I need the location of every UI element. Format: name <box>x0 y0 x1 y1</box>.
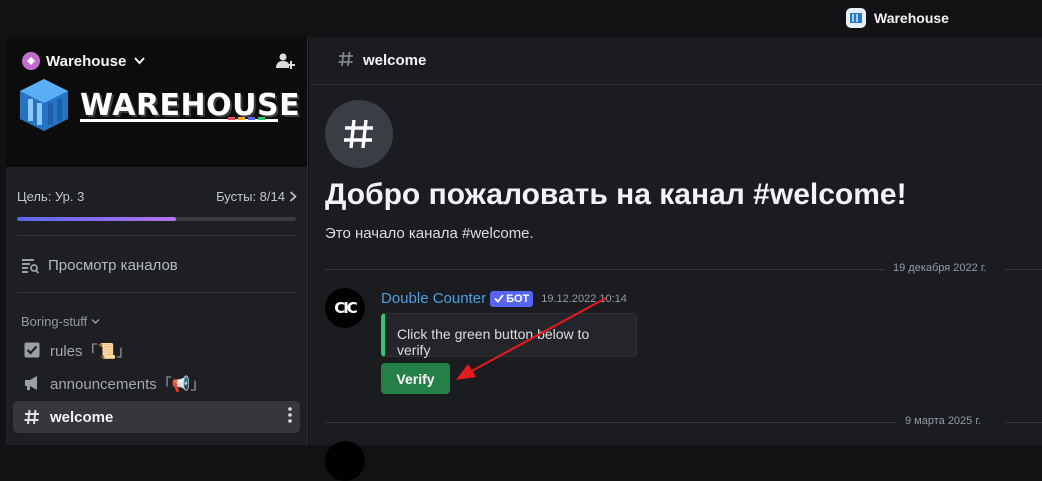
warehouse-app-icon <box>846 8 866 28</box>
chevron-right-icon <box>289 191 297 202</box>
window-titlebar: Warehouse <box>0 0 1042 36</box>
channel-item-welcome[interactable]: welcome <box>13 401 300 433</box>
channel-welcome-icon <box>325 100 393 168</box>
channel-header: welcome <box>309 37 1042 85</box>
chevron-down-icon <box>134 54 146 68</box>
avatar[interactable] <box>325 441 365 481</box>
hashtag-icon <box>22 407 42 427</box>
browse-channels-label: Просмотр каналов <box>48 256 178 274</box>
channel-label: announcements「📢」 <box>50 375 206 393</box>
logo-color-dots <box>228 117 265 120</box>
separator-line <box>1005 269 1042 270</box>
date-label: 9 марта 2025 г. <box>901 415 986 427</box>
channel-label: welcome <box>50 408 114 426</box>
hashtag-icon <box>337 48 355 74</box>
bot-badge-label: БОТ <box>506 292 530 305</box>
app-title-group: Warehouse <box>846 8 949 28</box>
divider <box>17 235 297 236</box>
divider <box>17 292 297 293</box>
verified-check-icon <box>494 294 504 303</box>
category-boring-stuff[interactable]: Boring-stuff <box>21 314 100 329</box>
hashtag-icon <box>344 119 373 149</box>
boost-progress-bar <box>17 217 296 221</box>
chevron-down-icon <box>91 319 100 324</box>
app-title: Warehouse <box>874 10 949 26</box>
channel-item-announcements[interactable]: announcements「📢」 <box>13 367 300 399</box>
embed-text: Click the green button below to verify <box>397 326 590 358</box>
boost-count-label: Бусты: 8/14 <box>216 189 285 204</box>
separator-line <box>1005 422 1042 423</box>
date-separator: 9 марта 2025 г. <box>325 415 1042 429</box>
verify-button-label: Verify <box>396 370 435 387</box>
channel-label: rules「📜」 <box>50 342 132 360</box>
verify-button[interactable]: Verify <box>381 363 450 394</box>
browse-channels-icon <box>22 259 40 274</box>
date-label: 19 декабря 2022 г. <box>889 262 991 274</box>
message-timestamp: 19.12.2022 10:14 <box>541 292 627 305</box>
rules-checkbox-icon <box>22 340 42 360</box>
invite-people-button[interactable] <box>274 50 296 72</box>
browse-channels-item[interactable]: Просмотр каналов <box>20 254 178 276</box>
boost-count-group: Бусты: 8/14 <box>216 189 297 204</box>
welcome-title: Добро пожаловать на канал #welcome! <box>325 178 907 211</box>
add-user-icon <box>276 53 295 69</box>
warehouse-logo-icon <box>20 79 68 131</box>
server-logo: WAREHOUSE <box>18 77 300 133</box>
boost-goal-label: Цель: Ур. 3 <box>17 189 85 204</box>
avatar[interactable]: CIC <box>325 288 365 328</box>
more-options-icon[interactable] <box>288 407 292 428</box>
boost-goal-row[interactable]: Цель: Ур. 3 Бусты: 8/14 <box>17 189 297 204</box>
welcome-subtitle: Это начало канала #welcome. <box>325 225 534 242</box>
bot-badge: БОТ <box>490 290 534 307</box>
message-header: Double Counter БОТ 19.12.2022 10:14 <box>381 290 627 307</box>
channel-sidebar: Warehouse WAREHOUSE Цель: Ур. 3 Бусты: 8… <box>6 37 308 445</box>
channel-header-name: welcome <box>363 52 427 69</box>
avatar-text: CIC <box>334 299 358 317</box>
server-header[interactable]: Warehouse <box>22 50 146 72</box>
server-banner: Warehouse WAREHOUSE <box>6 37 307 167</box>
megaphone-icon <box>22 373 42 393</box>
category-label: Boring-stuff <box>21 314 88 329</box>
logo-text: WAREHOUSE <box>80 87 301 123</box>
channel-item-rules[interactable]: rules「📜」 <box>13 334 300 366</box>
server-name: Warehouse <box>46 52 127 70</box>
server-badge-icon <box>22 52 40 70</box>
chat-main: welcome Добро пожаловать на канал #welco… <box>309 37 1042 481</box>
boost-progress-fill <box>17 217 177 221</box>
message-embed: Click the green button below to verify <box>381 313 637 358</box>
date-separator: 19 декабря 2022 г. <box>325 262 1042 276</box>
message-author[interactable]: Double Counter <box>381 290 486 307</box>
separator-line <box>325 269 885 270</box>
separator-line <box>325 422 897 423</box>
